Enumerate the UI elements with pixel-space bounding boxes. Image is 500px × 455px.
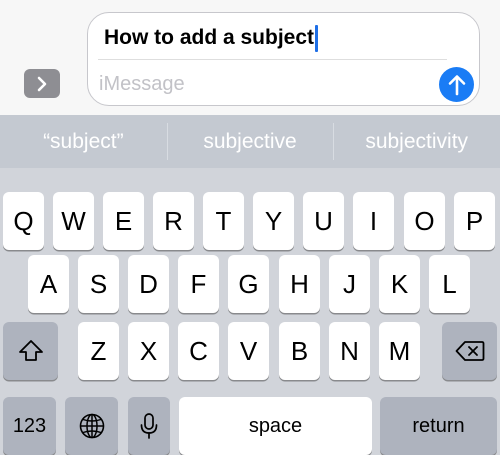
message-input-bubble[interactable]: How to add a subject iMessage <box>87 12 480 106</box>
key-j[interactable]: J <box>329 255 370 313</box>
dictation-key[interactable] <box>128 397 170 455</box>
message-field[interactable]: iMessage <box>99 69 185 99</box>
key-c[interactable]: C <box>178 322 219 380</box>
keyboard-row-2: A S D F G H J K L <box>0 255 500 313</box>
key-e[interactable]: E <box>103 192 144 250</box>
globe-key[interactable] <box>65 397 118 455</box>
key-k[interactable]: K <box>379 255 420 313</box>
key-a[interactable]: A <box>28 255 69 313</box>
keyboard-row-1: Q W E R T Y U I O P <box>0 192 500 250</box>
message-placeholder: iMessage <box>99 72 185 95</box>
globe-icon <box>79 413 104 439</box>
key-v[interactable]: V <box>228 322 269 380</box>
key-d[interactable]: D <box>128 255 169 313</box>
key-g[interactable]: G <box>228 255 269 313</box>
chevron-right-icon <box>37 76 47 91</box>
key-o[interactable]: O <box>404 192 445 250</box>
key-m[interactable]: M <box>379 322 420 380</box>
predictive-suggestions-bar: “subject” subjective subjectivity <box>0 115 500 168</box>
key-z[interactable]: Z <box>78 322 119 380</box>
compose-area: How to add a subject iMessage <box>0 0 500 115</box>
key-n[interactable]: N <box>329 322 370 380</box>
key-w[interactable]: W <box>53 192 94 250</box>
key-l[interactable]: L <box>429 255 470 313</box>
suggestion-item[interactable]: “subject” <box>0 115 167 168</box>
space-key[interactable]: space <box>179 397 372 455</box>
delete-key[interactable] <box>442 322 497 380</box>
key-p[interactable]: P <box>454 192 495 250</box>
microphone-icon <box>140 413 158 439</box>
keyboard-row-4: 123 space return <box>0 397 500 455</box>
shift-icon <box>18 340 43 361</box>
arrow-up-icon <box>448 74 465 95</box>
subject-text: How to add a subject <box>104 26 315 49</box>
suggestion-item[interactable]: subjectivity <box>333 115 500 168</box>
subject-divider <box>98 59 447 60</box>
suggestion-item[interactable]: subjective <box>166 115 334 168</box>
numbers-key[interactable]: 123 <box>3 397 56 455</box>
key-q[interactable]: Q <box>3 192 44 250</box>
expand-apps-button[interactable] <box>24 69 60 98</box>
send-button[interactable] <box>439 67 474 102</box>
key-y[interactable]: Y <box>253 192 294 250</box>
key-t[interactable]: T <box>203 192 244 250</box>
keyboard-row-3: Z X C V B N M <box>0 322 500 380</box>
return-key[interactable]: return <box>380 397 497 455</box>
shift-key[interactable] <box>3 322 58 380</box>
key-i[interactable]: I <box>353 192 394 250</box>
text-caret <box>315 24 319 52</box>
key-b[interactable]: B <box>279 322 320 380</box>
subject-field[interactable]: How to add a subject <box>104 23 319 53</box>
key-h[interactable]: H <box>279 255 320 313</box>
key-x[interactable]: X <box>128 322 169 380</box>
key-f[interactable]: F <box>178 255 219 313</box>
key-s[interactable]: S <box>78 255 119 313</box>
key-r[interactable]: R <box>153 192 194 250</box>
delete-backspace-icon <box>455 341 484 361</box>
keyboard: Q W E R T Y U I O P A S D F G H J K L Z … <box>0 168 500 455</box>
key-u[interactable]: U <box>303 192 344 250</box>
